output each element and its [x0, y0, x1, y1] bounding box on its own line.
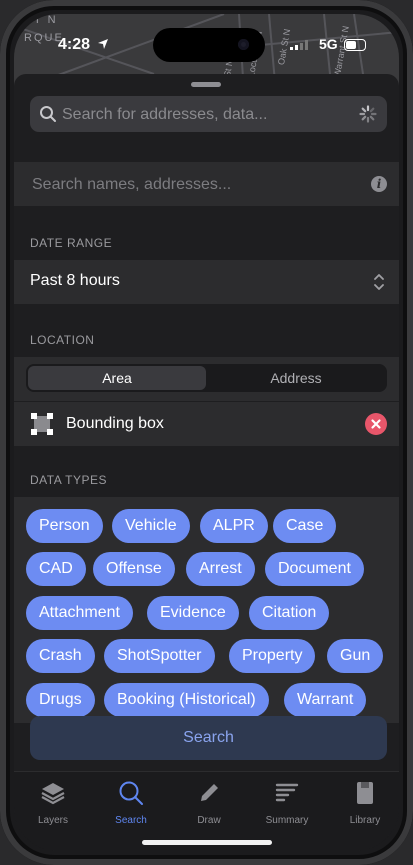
chip-booking-historical[interactable]: Booking (Historical) [104, 683, 269, 717]
location-header: LOCATION [30, 333, 95, 347]
tab-draw[interactable]: Draw [179, 780, 239, 826]
chip-property[interactable]: Property [229, 639, 316, 673]
chip-evidence[interactable]: Evidence [147, 596, 239, 630]
date-range-value: Past 8 hours [30, 272, 120, 289]
chip-arrest[interactable]: Arrest [186, 552, 255, 586]
chip-alpr[interactable]: ALPR [200, 509, 268, 543]
date-range-select[interactable]: Past 8 hours [14, 260, 399, 304]
top-search-bar[interactable] [30, 96, 387, 134]
name-search-input[interactable] [30, 162, 354, 208]
chevron-up-down-icon [374, 274, 384, 290]
layers-icon [41, 783, 65, 805]
map-label: T N [34, 14, 58, 26]
tab-summary[interactable]: Summary [257, 780, 317, 826]
segment-area[interactable]: Area [28, 366, 206, 390]
search-icon [119, 781, 143, 805]
search-icon [40, 106, 56, 122]
chip-citation[interactable]: Citation [249, 596, 330, 630]
phone-frame: T N RQUE Oak St N Locust St N Warrant St… [0, 0, 413, 865]
tab-bar: Layers Search Draw Summary Library [14, 771, 399, 851]
info-icon[interactable]: i [371, 176, 387, 192]
pencil-icon [201, 784, 218, 801]
segment-address[interactable]: Address [207, 366, 385, 390]
status-time: 4:28 [58, 36, 109, 54]
chip-cad[interactable]: CAD [26, 552, 86, 586]
bounding-box-label: Bounding box [66, 415, 164, 432]
tab-search[interactable]: Search [101, 780, 161, 826]
chip-shotspotter[interactable]: ShotSpotter [104, 639, 215, 673]
bounding-box-icon [31, 413, 53, 435]
dynamic-island [153, 28, 265, 62]
screen: T N RQUE Oak St N Locust St N Warrant St… [14, 14, 399, 851]
top-search-input[interactable] [60, 96, 354, 134]
network-type: 5G [319, 36, 338, 52]
chip-attachment[interactable]: Attachment [26, 596, 133, 630]
chip-case[interactable]: Case [273, 509, 337, 543]
close-icon [371, 419, 381, 429]
bounding-box-row[interactable]: Bounding box [14, 401, 399, 446]
search-button[interactable]: Search [30, 716, 387, 760]
date-range-header: DATE RANGE [30, 236, 113, 250]
bottom-sheet: i DATE RANGE Past 8 hours LOCATION Area … [14, 74, 399, 851]
location-segmented-control: Area Address [26, 364, 387, 392]
chip-offense[interactable]: Offense [93, 552, 175, 586]
tab-library[interactable]: Library [335, 780, 395, 826]
chip-gun[interactable]: Gun [327, 639, 384, 673]
sheet-handle[interactable] [191, 82, 221, 87]
name-search-row[interactable]: i [14, 162, 399, 208]
chip-warrant[interactable]: Warrant [284, 683, 367, 717]
data-types-header: DATA TYPES [30, 473, 108, 487]
home-indicator [142, 840, 272, 845]
chip-document[interactable]: Document [265, 552, 364, 586]
book-icon [357, 782, 373, 804]
data-types-chips: Person Vehicle ALPR Case CAD Offense Arr… [14, 497, 399, 723]
battery-icon [344, 39, 366, 51]
location-arrow-icon [98, 39, 109, 49]
chip-vehicle[interactable]: Vehicle [112, 509, 190, 543]
summary-icon [275, 783, 299, 802]
clear-bounding-box-button[interactable] [365, 413, 387, 435]
chip-drugs[interactable]: Drugs [26, 683, 95, 717]
chip-crash[interactable]: Crash [26, 639, 95, 673]
tab-layers[interactable]: Layers [23, 780, 83, 826]
chip-person[interactable]: Person [26, 509, 103, 543]
spinner-icon [359, 105, 377, 123]
signal-icon [290, 40, 308, 50]
status-bar: 4:28 5G [14, 28, 399, 62]
location-segment-row: Area Address [14, 357, 399, 401]
